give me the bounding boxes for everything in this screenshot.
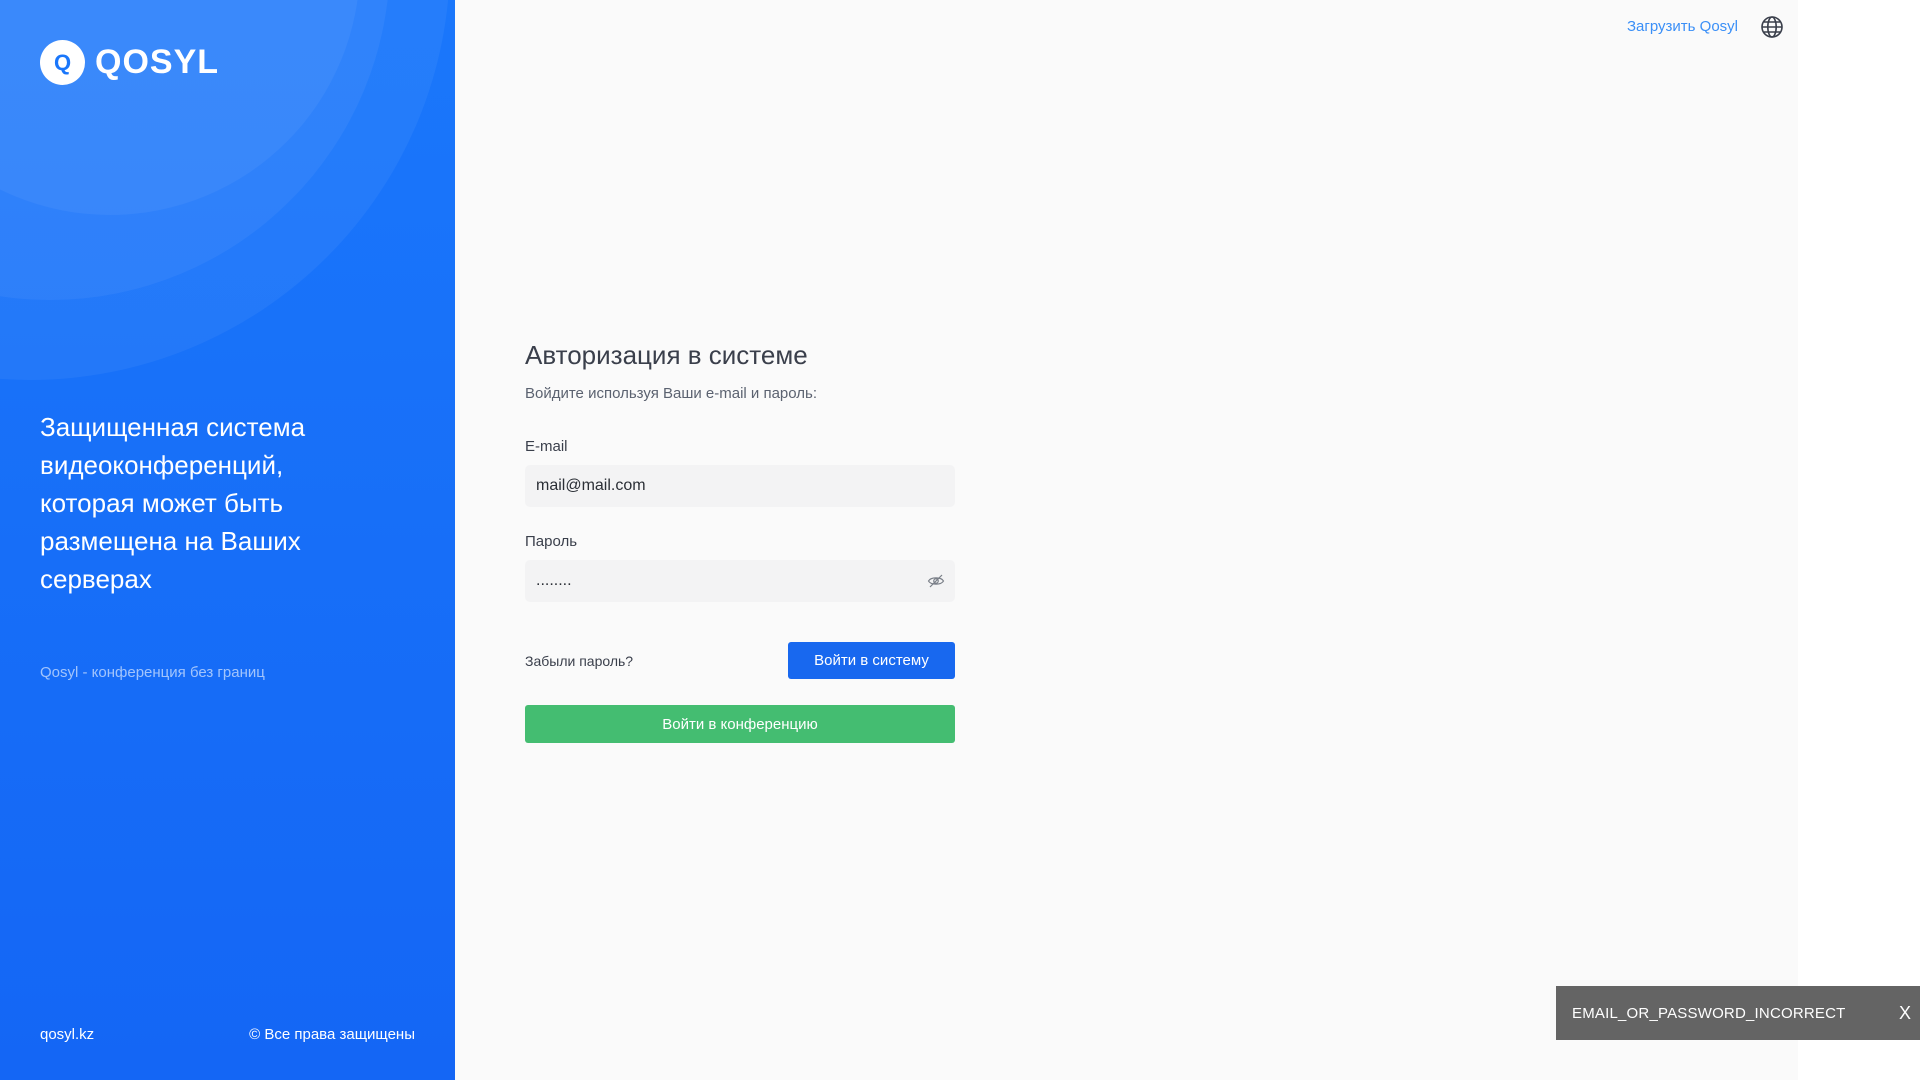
logo-letter: Q xyxy=(53,49,72,75)
password-field-wrapper xyxy=(525,560,955,602)
form-actions: Забыли пароль? Войти в систему xyxy=(525,642,955,679)
brand-panel: Q QOSYL Защищенная система видеоконферен… xyxy=(0,0,455,1080)
login-form: Авторизация в системе Войдите используя … xyxy=(525,340,955,743)
email-field[interactable] xyxy=(525,465,955,507)
error-toast: EMAIL_OR_PASSWORD_INCORRECT X xyxy=(1556,986,1920,1040)
password-field[interactable] xyxy=(525,560,955,602)
logo: Q QOSYL xyxy=(40,40,219,85)
password-label: Пароль xyxy=(525,533,578,550)
close-icon[interactable]: X xyxy=(1890,986,1920,1040)
slogan: Qosyl - конференция без границ xyxy=(40,664,265,681)
toast-message: EMAIL_OR_PASSWORD_INCORRECT xyxy=(1572,1004,1846,1022)
tagline: Защищенная система видеоконференций, кот… xyxy=(40,412,306,594)
email-field-wrapper xyxy=(525,465,955,507)
globe-icon[interactable] xyxy=(1760,15,1784,39)
eye-off-icon[interactable] xyxy=(927,572,945,590)
email-label: E-mail xyxy=(525,438,568,455)
footer-site: qosyl.kz xyxy=(40,1026,95,1043)
login-button[interactable]: Войти в систему xyxy=(788,642,955,679)
page-title: Авторизация в системе xyxy=(525,340,808,370)
footer-rights: © Все права защищены xyxy=(249,1026,415,1043)
forgot-password-link[interactable]: Забыли пароль? xyxy=(525,653,633,669)
logo-text: QOSYL xyxy=(95,43,220,81)
logo-mark-icon: Q xyxy=(40,40,85,85)
page-subtitle: Войдите используя Ваши e-mail и пароль: xyxy=(525,385,818,402)
download-app-link[interactable]: Загрузить Qosyl xyxy=(1627,18,1738,35)
join-conference-button[interactable]: Войти в конференцию xyxy=(525,705,955,743)
